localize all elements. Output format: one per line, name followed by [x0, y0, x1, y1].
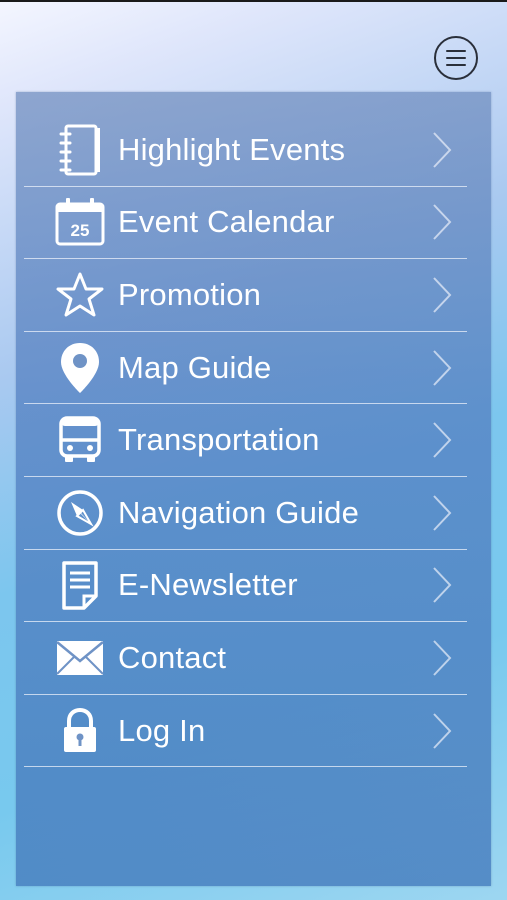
chevron-right-icon — [433, 132, 452, 168]
menu-item-label: Navigation Guide — [118, 494, 360, 530]
hamburger-menu-button[interactable] — [434, 36, 478, 80]
menu-item-promotion[interactable]: Promotion — [24, 259, 467, 332]
chevron-right-icon — [433, 349, 452, 386]
menu-item-label: Map Guide — [118, 349, 272, 385]
chevron-right-icon — [433, 640, 452, 676]
star-icon — [54, 269, 106, 321]
top-bar — [0, 0, 507, 2]
menu-item-contact[interactable]: Contact — [24, 622, 467, 695]
notebook-icon — [54, 124, 106, 176]
newsletter-icon — [54, 559, 106, 611]
chevron-right-icon — [433, 712, 452, 749]
menu-item-transportation[interactable]: Transportation — [24, 404, 467, 477]
calendar-day: 25 — [71, 221, 90, 240]
menu-item-event-calendar[interactable]: 25 Event Calendar — [24, 187, 467, 260]
menu-list: Highlight Events 25 Event Calendar Promo… — [24, 114, 467, 768]
compass-icon — [54, 487, 106, 539]
menu-item-log-in[interactable]: Log In — [24, 695, 467, 768]
menu-item-highlight-events[interactable]: Highlight Events — [24, 114, 467, 187]
menu-item-map-guide[interactable]: Map Guide — [24, 332, 467, 405]
menu-item-e-newsletter[interactable]: E-Newsletter — [24, 550, 467, 623]
bus-icon — [54, 414, 106, 466]
menu-item-label: Transportation — [118, 422, 320, 458]
hamburger-line — [446, 64, 466, 66]
menu-item-label: E-Newsletter — [118, 567, 298, 603]
menu-item-label: Contact — [118, 639, 227, 675]
menu-item-label: Log In — [118, 712, 206, 748]
map-pin-icon — [54, 342, 106, 394]
menu-item-label: Highlight Events — [118, 131, 346, 167]
envelope-icon — [54, 632, 106, 684]
hamburger-line — [446, 57, 466, 59]
chevron-right-icon — [433, 277, 452, 313]
chevron-right-icon — [433, 567, 452, 604]
lock-icon — [54, 705, 106, 757]
chevron-right-icon — [433, 422, 452, 458]
chevron-right-icon — [433, 495, 452, 531]
menu-item-label: Event Calendar — [118, 204, 335, 240]
chevron-right-icon — [433, 204, 452, 241]
menu-item-label: Promotion — [118, 276, 262, 312]
hamburger-line — [446, 50, 466, 52]
calendar-icon: 25 — [54, 196, 106, 248]
menu-item-navigation-guide[interactable]: Navigation Guide — [24, 477, 467, 550]
